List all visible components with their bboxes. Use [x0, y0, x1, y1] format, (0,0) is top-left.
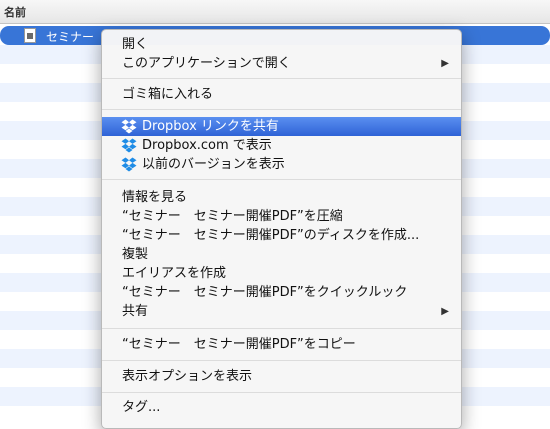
- submenu-arrow-icon: ▶: [441, 58, 449, 69]
- menu-item-make-alias[interactable]: エイリアスを作成: [102, 264, 461, 283]
- menu-item-label: 複製: [122, 247, 149, 262]
- menu-item-label: 共有: [122, 304, 149, 319]
- menu-separator: [102, 179, 461, 180]
- menu-item-label: “セミナー セミナー開催PDF”をクイックルック: [122, 285, 408, 300]
- menu-item-open[interactable]: 開く: [102, 35, 461, 54]
- context-menu: 開く このアプリケーションで開く ▶ ゴミ箱に入れる Dropbox リンクを共…: [101, 29, 462, 429]
- menu-item-label: ゴミ箱に入れる: [122, 87, 214, 102]
- column-header-name[interactable]: 名前: [4, 4, 26, 20]
- menu-item-label: “セミナー セミナー開催PDF”のディスクを作成...: [122, 228, 420, 243]
- menu-item-dropbox-versions[interactable]: 以前のバージョンを表示: [102, 155, 461, 174]
- menu-item-label: 表示オプションを表示: [122, 369, 253, 384]
- menu-separator: [102, 328, 461, 329]
- menu-item-label: “セミナー セミナー開催PDF”を圧縮: [122, 209, 343, 224]
- menu-item-label: 開く: [122, 37, 149, 52]
- menu-item-get-info[interactable]: 情報を見る: [102, 188, 461, 207]
- menu-item-label: タグ...: [122, 400, 161, 415]
- menu-separator: [102, 78, 461, 79]
- menu-item-label: “セミナー セミナー開催PDF”をコピー: [122, 337, 356, 352]
- menu-separator: [102, 109, 461, 110]
- menu-item-label: Dropbox.com で表示: [142, 138, 272, 153]
- menu-item-label: エイリアスを作成: [122, 266, 227, 281]
- menu-separator: [102, 392, 461, 393]
- menu-separator: [102, 360, 461, 361]
- menu-item-dropbox-share-link[interactable]: Dropbox リンクを共有: [102, 117, 461, 136]
- menu-item-move-to-trash[interactable]: ゴミ箱に入れる: [102, 85, 461, 104]
- menu-item-quick-look[interactable]: “セミナー セミナー開催PDF”をクイックルック: [102, 283, 461, 302]
- file-name[interactable]: セミナー: [46, 28, 94, 45]
- menu-item-duplicate[interactable]: 複製: [102, 245, 461, 264]
- menu-item-tags[interactable]: タグ...: [102, 398, 461, 417]
- menu-item-compress[interactable]: “セミナー セミナー開催PDF”を圧縮: [102, 207, 461, 226]
- dropbox-icon: [121, 119, 137, 134]
- menu-item-copy[interactable]: “セミナー セミナー開催PDF”をコピー: [102, 335, 461, 354]
- menu-item-label: このアプリケーションで開く: [122, 56, 291, 71]
- menu-item-label: 以前のバージョンを表示: [142, 157, 285, 172]
- menu-item-show-view-options[interactable]: 表示オプションを表示: [102, 367, 461, 386]
- menu-item-burn-to-disc[interactable]: “セミナー セミナー開催PDF”のディスクを作成...: [102, 226, 461, 245]
- document-icon: [24, 28, 36, 43]
- column-header[interactable]: 名前: [0, 0, 550, 24]
- dropbox-icon: [121, 138, 137, 153]
- menu-item-share[interactable]: 共有 ▶: [102, 302, 461, 321]
- menu-item-dropbox-view[interactable]: Dropbox.com で表示: [102, 136, 461, 155]
- dropbox-icon: [121, 157, 137, 172]
- menu-item-label: 情報を見る: [122, 190, 188, 205]
- submenu-arrow-icon: ▶: [441, 306, 449, 317]
- menu-item-open-with[interactable]: このアプリケーションで開く ▶: [102, 54, 461, 73]
- menu-item-label: Dropbox リンクを共有: [142, 119, 279, 134]
